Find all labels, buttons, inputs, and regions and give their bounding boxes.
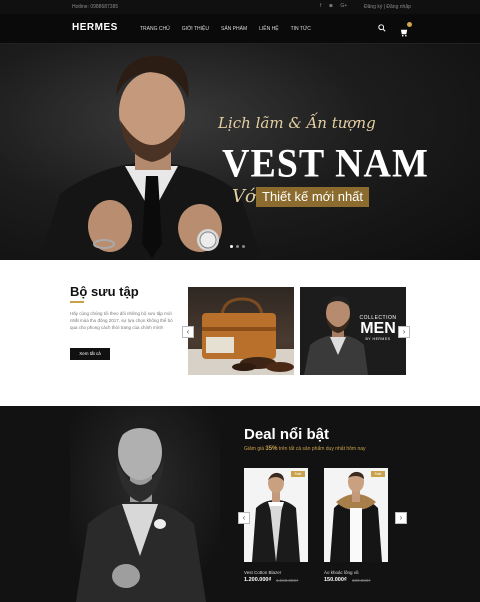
auth-links[interactable]: Đăng ký | Đăng nhập: [364, 4, 411, 10]
product-price: 1.200.000₫: [244, 577, 272, 583]
main-menu: TRANG CHỦ GIỚI THIỆU SẢN PHẨM LIÊN HỆ TI…: [140, 26, 311, 32]
product-card[interactable]: Sale: [244, 468, 308, 562]
collection-title: Bộ sưu tập: [70, 284, 139, 299]
product-name[interactable]: Áo khoác lông vũ: [324, 570, 359, 575]
slider-dots: [230, 245, 245, 248]
google-plus-icon[interactable]: G+: [340, 3, 347, 9]
main-header: HERMES TRANG CHỦ GIỚI THIỆU SẢN PHẨM LIÊ…: [0, 14, 480, 44]
menu-item-about[interactable]: GIỚI THIỆU: [182, 26, 209, 32]
deal-title: Deal nổi bật: [244, 426, 330, 443]
deal-section: Deal nổi bật Giảm giá 35% trên tất cả sả…: [0, 406, 480, 602]
collection-men-label: MEN: [360, 320, 396, 337]
social-links: f ◙ G+: [320, 3, 347, 9]
collection-description: Hãy cùng chúng tôi theo dõi những bộ sưu…: [70, 311, 173, 330]
product-image-blazer: [244, 468, 308, 562]
chevron-right-icon: ›: [402, 327, 406, 336]
sale-badge: Sale: [371, 471, 385, 477]
collection-next-button[interactable]: ›: [398, 326, 410, 338]
leather-bag-image: [188, 297, 294, 375]
facebook-icon[interactable]: f: [320, 3, 321, 9]
deal-discount: 35%: [265, 446, 278, 452]
cart-button[interactable]: [400, 22, 412, 37]
collection-section: Bộ sưu tập Hãy cùng chúng tôi theo dõi n…: [0, 260, 480, 406]
hero-tagline: Lịch lãm & Ấn tượng: [218, 114, 376, 132]
deal-desc-prefix: Giảm giá: [244, 446, 266, 452]
product-old-price: 300.000₫: [352, 578, 371, 583]
collection-men-text: COLLECTION MEN BY HERMES: [354, 315, 402, 341]
product-card[interactable]: Sale: [324, 468, 388, 562]
sale-badge: Sale: [291, 471, 305, 477]
search-icon[interactable]: [378, 24, 386, 32]
product-image-down-jacket: [324, 468, 388, 562]
slider-dot[interactable]: [236, 245, 239, 248]
deal-model-image: [70, 406, 220, 602]
deal-next-button[interactable]: ›: [395, 512, 407, 524]
cart-badge: [407, 22, 412, 27]
top-bar: Hotline: 0988687385 f ◙ G+ Đăng ký | Đăn…: [0, 0, 480, 14]
instagram-icon[interactable]: ◙: [329, 3, 332, 9]
cart-icon: [400, 29, 408, 37]
hero-subtitle: Thiết kế mới nhất: [256, 187, 370, 207]
hero-headline: VEST NAM: [222, 141, 429, 187]
deal-description: Giảm giá 35% trên tất cả sản phẩm duy nh…: [244, 446, 366, 452]
chevron-right-icon: ›: [399, 513, 403, 522]
chevron-left-icon: ‹: [242, 513, 246, 522]
product-price: 150.000₫: [324, 577, 347, 583]
menu-item-products[interactable]: SẢN PHẨM: [221, 26, 247, 32]
slider-dot[interactable]: [242, 245, 245, 248]
site-logo[interactable]: HERMES: [72, 22, 118, 33]
hero-banner: Lịch lãm & Ấn tượng VEST NAM Với Thiết k…: [0, 44, 480, 260]
slider-dot[interactable]: [230, 245, 233, 248]
collection-card-bags[interactable]: [188, 287, 294, 375]
collection-card-men[interactable]: COLLECTION MEN BY HERMES: [300, 287, 406, 375]
product-old-price: 1.500.000₫: [276, 578, 299, 583]
hotline-text: Hotline: 0988687385: [72, 4, 119, 10]
menu-item-news[interactable]: TIN TỨC: [291, 26, 311, 32]
product-name[interactable]: Vest Cotton Blazer: [244, 570, 281, 575]
chevron-left-icon: ‹: [186, 327, 190, 336]
menu-item-contact[interactable]: LIÊN HỆ: [259, 26, 278, 32]
menu-item-home[interactable]: TRANG CHỦ: [140, 26, 170, 32]
title-underline: [70, 301, 84, 303]
deal-prev-button[interactable]: ‹: [238, 512, 250, 524]
collection-brand-label: BY HERMES: [365, 337, 391, 341]
collection-prev-button[interactable]: ‹: [182, 326, 194, 338]
deal-desc-suffix: trên tất cả sản phẩm duy nhất hôm nay: [277, 446, 366, 452]
view-all-button[interactable]: Xem tất cả: [70, 348, 110, 360]
